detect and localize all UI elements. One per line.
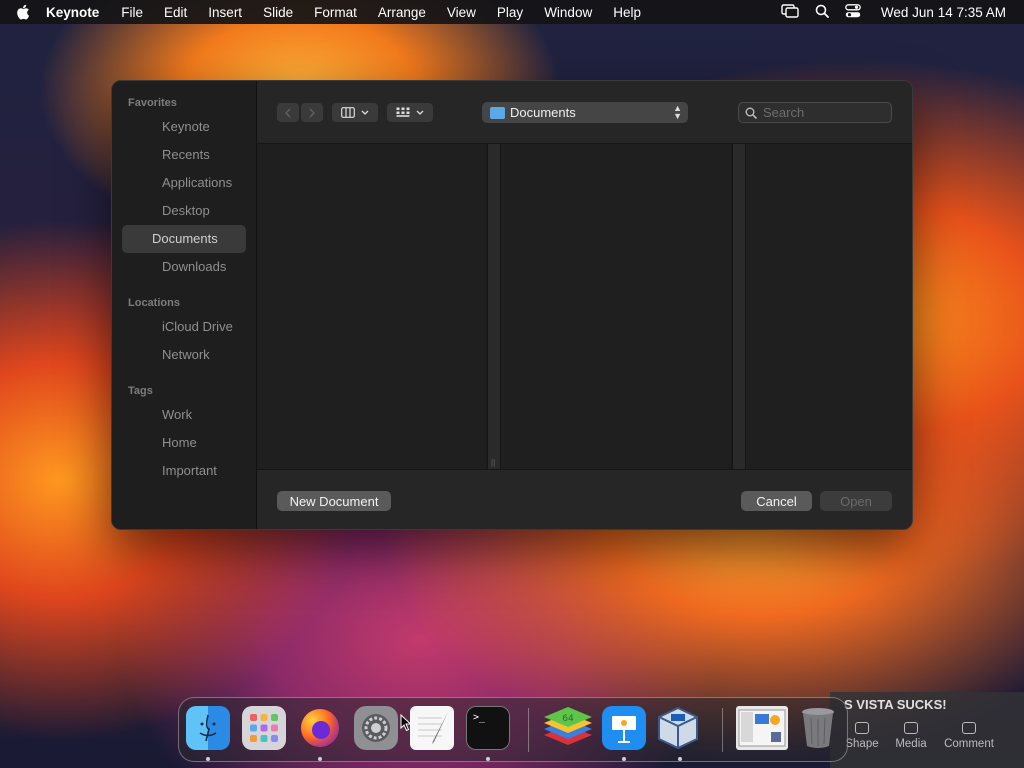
menu-window[interactable]: Window: [544, 5, 592, 20]
keynote-window-strip: S VISTA SUCKS! Shape Media Comment: [830, 692, 1024, 768]
spotlight-search-icon[interactable]: [815, 4, 829, 21]
sidebar-item-desktop[interactable]: Desktop: [122, 197, 246, 225]
column-resize-handle[interactable]: ||: [487, 144, 501, 469]
grid-icon: [396, 107, 410, 117]
menu-view[interactable]: View: [447, 5, 476, 20]
cancel-button[interactable]: Cancel: [741, 491, 812, 511]
comment-tool[interactable]: Comment: [941, 722, 997, 750]
svg-text:64: 64: [562, 714, 574, 724]
dialog-sidebar: Favorites Keynote Recents Applications D…: [112, 81, 257, 529]
menu-format[interactable]: Format: [314, 5, 357, 20]
chevron-left-icon: [284, 107, 291, 118]
mouse-cursor-icon: [400, 713, 412, 737]
location-popup-label: Documents: [510, 105, 576, 120]
bluestacks-icon[interactable]: 64: [542, 706, 594, 750]
search-input[interactable]: [763, 105, 883, 120]
sidebar-item-tag-important[interactable]: Important: [122, 457, 246, 485]
app-name-menu[interactable]: Keynote: [46, 5, 99, 20]
menu-clock[interactable]: Wed Jun 14 7:35 AM: [881, 5, 1006, 20]
menu-play[interactable]: Play: [497, 5, 523, 20]
locations-heading: Locations: [128, 297, 180, 309]
resize-grip-icon: ||: [491, 458, 496, 467]
launchpad-icon[interactable]: [242, 706, 286, 750]
sidebar-item-downloads[interactable]: Downloads: [122, 253, 246, 281]
apple-menu-icon[interactable]: [0, 4, 46, 20]
forward-button[interactable]: [301, 103, 323, 122]
open-file-dialog: Favorites Keynote Recents Applications D…: [111, 80, 913, 530]
control-center-icon[interactable]: [845, 3, 861, 21]
column-resize-handle[interactable]: [732, 144, 746, 469]
media-tool[interactable]: Media: [883, 722, 939, 750]
sidebar-item-network[interactable]: Network: [122, 341, 246, 369]
search-icon: [745, 107, 757, 119]
presentation-title[interactable]: S VISTA SUCKS!: [844, 697, 947, 712]
finder-icon[interactable]: [186, 706, 230, 750]
textedit-icon[interactable]: [410, 706, 454, 750]
new-document-button[interactable]: New Document: [277, 491, 391, 511]
chevron-down-icon: [416, 110, 424, 115]
up-down-chevron-icon: ▲ ▼: [673, 103, 682, 121]
chevron-down-icon: [361, 110, 369, 115]
folder-icon: [490, 106, 505, 119]
open-button[interactable]: Open: [820, 491, 892, 511]
tags-heading: Tags: [128, 385, 153, 397]
terminal-icon[interactable]: >_: [466, 706, 510, 750]
firefox-icon[interactable]: [298, 706, 342, 750]
group-view-button[interactable]: [387, 103, 433, 122]
menu-insert[interactable]: Insert: [208, 5, 242, 20]
browser-column-2[interactable]: [501, 144, 732, 469]
columns-icon: [341, 107, 355, 118]
search-field[interactable]: [738, 102, 892, 123]
sidebar-item-keynote[interactable]: Keynote: [122, 113, 246, 141]
menu-help[interactable]: Help: [613, 5, 641, 20]
back-button[interactable]: [277, 103, 299, 122]
menu-bar: Keynote File Edit Insert Slide Format Ar…: [0, 0, 1024, 24]
keynote-icon[interactable]: [602, 706, 646, 750]
sidebar-item-tag-work[interactable]: Work: [122, 401, 246, 429]
menu-edit[interactable]: Edit: [164, 5, 187, 20]
trash-icon[interactable]: [796, 706, 840, 750]
comment-icon: [962, 722, 976, 734]
virtualbox-icon[interactable]: [656, 706, 700, 750]
shape-tool-label: Shape: [845, 738, 879, 750]
minimized-window-icon[interactable]: [736, 706, 788, 750]
menu-arrange[interactable]: Arrange: [378, 5, 426, 20]
screen-mirroring-icon[interactable]: [781, 3, 799, 21]
nav-buttons: [277, 103, 323, 122]
comment-tool-label: Comment: [944, 738, 994, 750]
column-view-button[interactable]: [332, 103, 378, 122]
sidebar-item-documents[interactable]: Documents: [122, 225, 246, 253]
dialog-toolbar: Documents ▲ ▼: [257, 81, 912, 144]
menu-slide[interactable]: Slide: [263, 5, 293, 20]
favorites-heading: Favorites: [128, 97, 177, 109]
dock: >_ 64: [178, 697, 848, 762]
media-tool-label: Media: [895, 738, 927, 750]
menu-file[interactable]: File: [121, 5, 143, 20]
dialog-footer: New Document Cancel Open: [257, 469, 912, 529]
file-browser-columns: ||: [257, 144, 912, 469]
browser-column-3[interactable]: [746, 144, 912, 469]
system-settings-icon[interactable]: [354, 706, 398, 750]
media-icon: [904, 722, 918, 734]
sidebar-item-applications[interactable]: Applications: [122, 169, 246, 197]
location-popup[interactable]: Documents ▲ ▼: [482, 102, 688, 123]
sidebar-item-icloud-drive[interactable]: iCloud Drive: [122, 313, 246, 341]
browser-column-1[interactable]: [257, 144, 487, 469]
chevron-right-icon: [309, 107, 316, 118]
sidebar-item-recents[interactable]: Recents: [122, 141, 246, 169]
shape-icon: [855, 722, 869, 734]
sidebar-item-tag-home[interactable]: Home: [122, 429, 246, 457]
